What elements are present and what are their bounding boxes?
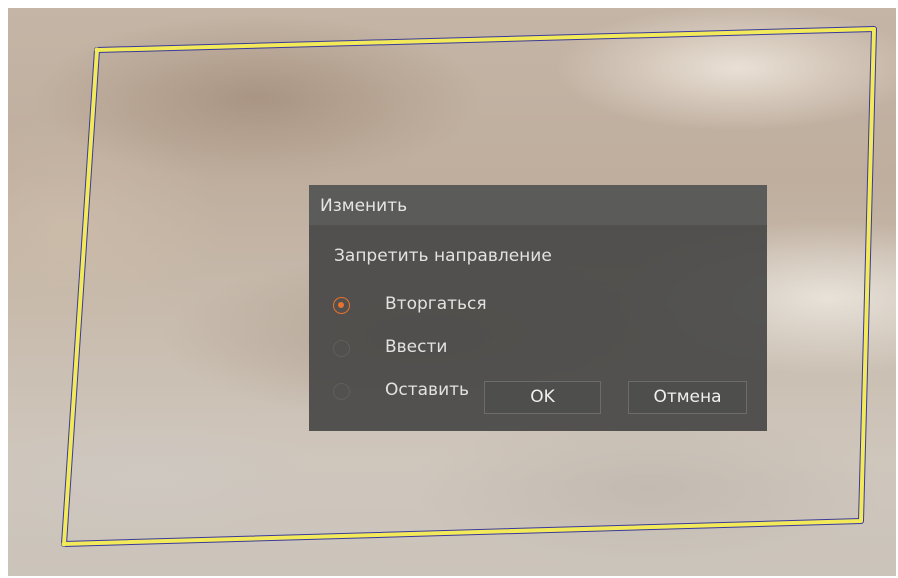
dialog-title: Изменить bbox=[320, 196, 408, 216]
dialog-header: Изменить bbox=[309, 185, 767, 225]
region-handle[interactable] bbox=[94, 47, 100, 53]
forbid-direction-label: Запретить направление bbox=[334, 246, 552, 266]
ok-button[interactable]: OK bbox=[484, 381, 601, 414]
radio-checked-icon[interactable] bbox=[333, 297, 350, 314]
video-preview: Изменить Запретить направление Вторгатьс… bbox=[8, 8, 896, 576]
edit-dialog: Изменить Запретить направление Вторгатьс… bbox=[309, 185, 767, 431]
region-handle[interactable] bbox=[61, 541, 67, 547]
cancel-button[interactable]: Отмена bbox=[628, 381, 747, 414]
radio-label: Оставить bbox=[385, 380, 470, 400]
radio-label: Вторгаться bbox=[385, 294, 487, 314]
radio-unchecked-icon[interactable] bbox=[333, 383, 350, 400]
radio-option-enter[interactable]: Ввести bbox=[333, 336, 563, 362]
radio-option-intrude[interactable]: Вторгаться bbox=[333, 293, 563, 319]
radio-unchecked-icon[interactable] bbox=[333, 340, 350, 357]
radio-label: Ввести bbox=[385, 337, 448, 357]
